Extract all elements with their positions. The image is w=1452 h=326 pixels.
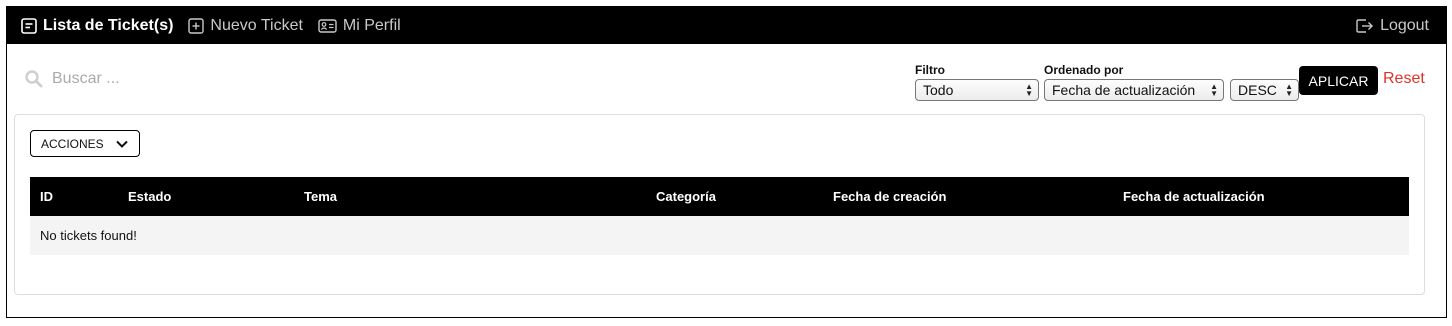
empty-table-message: No tickets found! bbox=[40, 228, 137, 243]
filter-select-value: Todo bbox=[923, 82, 954, 98]
nav-ticket-list-label: Lista de Ticket(s) bbox=[43, 16, 174, 34]
direction-select[interactable]: DESC ▲ ▼ bbox=[1230, 79, 1299, 101]
table-row: No tickets found! bbox=[30, 216, 1409, 255]
apply-button[interactable]: APLICAR bbox=[1299, 66, 1378, 95]
search-bar bbox=[24, 66, 424, 92]
tickets-table: ID Estado Tema Categoría Fecha de creaci… bbox=[30, 177, 1409, 255]
order-label: Ordenado por bbox=[1044, 63, 1124, 77]
filter-select[interactable]: Todo ▲ ▼ bbox=[915, 79, 1039, 101]
nav-new-ticket[interactable]: Nuevo Ticket bbox=[188, 16, 303, 35]
select-arrows-icon: ▲ ▼ bbox=[1025, 82, 1033, 98]
column-header-id[interactable]: ID bbox=[40, 189, 53, 204]
column-header-subject[interactable]: Tema bbox=[304, 189, 337, 204]
select-arrows-icon: ▲ ▼ bbox=[1285, 82, 1293, 98]
select-arrows-icon: ▲ ▼ bbox=[1210, 82, 1218, 98]
order-select[interactable]: Fecha de actualización ▲ ▼ bbox=[1044, 79, 1224, 101]
actions-label: ACCIONES bbox=[41, 136, 104, 151]
direction-select-value: DESC bbox=[1238, 82, 1277, 98]
top-navbar: Lista de Ticket(s) Nuevo Ticket Mi Perfi… bbox=[7, 7, 1446, 44]
table-header: ID Estado Tema Categoría Fecha de creaci… bbox=[30, 177, 1409, 216]
search-input[interactable] bbox=[52, 70, 412, 88]
tickets-panel: ACCIONES ID Estado Tema Categoría Fecha … bbox=[14, 114, 1425, 295]
column-header-status[interactable]: Estado bbox=[128, 189, 171, 204]
logout-label: Logout bbox=[1380, 16, 1429, 34]
logout-icon bbox=[1356, 18, 1374, 34]
nav-my-profile[interactable]: Mi Perfil bbox=[318, 17, 401, 35]
nav-my-profile-label: Mi Perfil bbox=[342, 16, 401, 34]
logout-button[interactable]: Logout bbox=[1356, 17, 1429, 35]
chevron-down-icon bbox=[115, 137, 129, 151]
column-header-created[interactable]: Fecha de creación bbox=[833, 189, 946, 204]
reset-link[interactable]: Reset bbox=[1383, 70, 1425, 88]
filter-label: Filtro bbox=[915, 63, 945, 77]
actions-dropdown[interactable]: ACCIONES bbox=[30, 130, 140, 157]
search-icon bbox=[24, 69, 44, 89]
plus-box-icon bbox=[188, 17, 205, 34]
nav-ticket-list[interactable]: Lista de Ticket(s) bbox=[21, 17, 173, 35]
order-select-value: Fecha de actualización bbox=[1052, 82, 1196, 98]
column-header-category[interactable]: Categoría bbox=[656, 189, 716, 204]
list-box-icon bbox=[21, 17, 37, 34]
column-header-updated[interactable]: Fecha de actualización bbox=[1123, 189, 1265, 204]
id-card-icon bbox=[318, 18, 337, 34]
nav-new-ticket-label: Nuevo Ticket bbox=[210, 16, 303, 34]
